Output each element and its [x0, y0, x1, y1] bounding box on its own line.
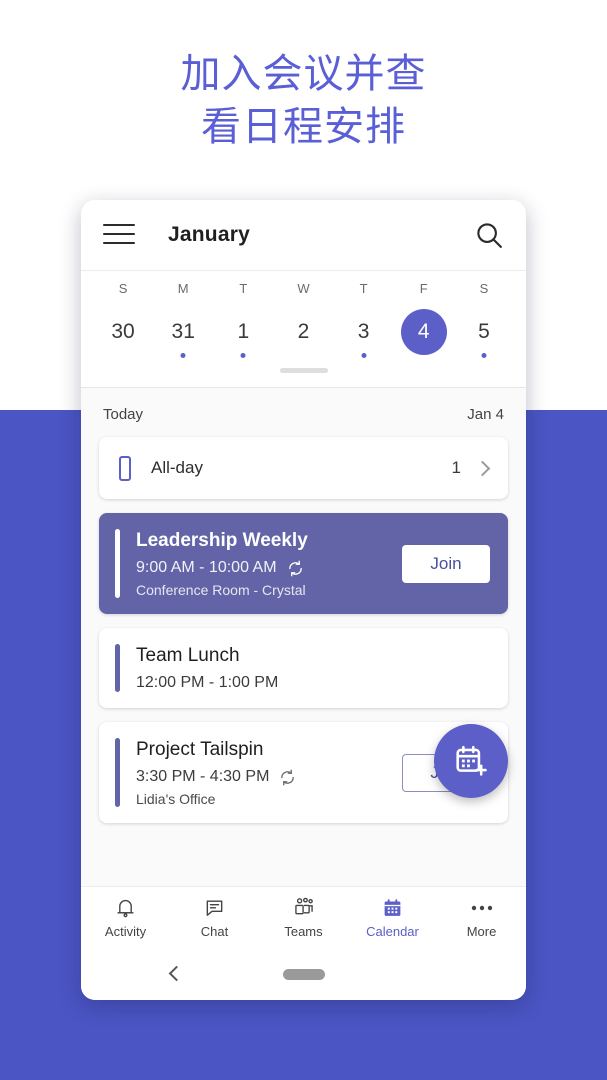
nav-label: Chat	[200, 924, 229, 939]
event-location: Conference Room - Crystal	[136, 582, 306, 598]
nav-label: Activity	[104, 924, 147, 939]
event-time: 9:00 AM - 10:00 AM	[136, 559, 277, 576]
calendar-drag-handle[interactable]	[279, 368, 328, 373]
all-day-card[interactable]: All-day 1	[99, 437, 508, 499]
app-bar: January	[81, 200, 526, 270]
calendar-day-cell[interactable]: 3	[334, 309, 394, 358]
event-location: Lidia's Office	[136, 791, 216, 807]
all-day-label: All-day	[151, 458, 203, 477]
create-event-fab[interactable]	[434, 724, 508, 798]
recurring-icon	[281, 769, 295, 785]
dow-label: F	[419, 281, 428, 296]
calendar-icon	[382, 896, 403, 920]
date-row: 30 31 1 2 3 4 5	[93, 309, 514, 358]
event-time-row: 9:00 AM - 10:00 AM	[136, 559, 392, 577]
calendar-day-cell[interactable]: 31	[153, 309, 213, 358]
dow-label: S	[479, 281, 489, 296]
nav-label: Teams	[284, 924, 323, 939]
search-icon[interactable]	[474, 220, 504, 250]
event-time: 3:30 PM - 4:30 PM	[136, 768, 270, 785]
nav-item-calendar[interactable]: Calendar	[348, 896, 437, 939]
calendar-strip: S M T W T F S 30 31 1 2 3 4 5	[81, 270, 526, 387]
calendar-day-cell[interactable]: 5	[454, 309, 514, 358]
nav-item-more[interactable]: More	[437, 896, 526, 939]
calendar-day-cell[interactable]: 1	[213, 309, 273, 358]
today-label: Today	[103, 406, 144, 423]
event-time-row: 12:00 PM - 1:00 PM	[136, 674, 490, 692]
recurring-icon	[288, 560, 302, 576]
dow-label: T	[359, 281, 368, 296]
nav-item-teams[interactable]: Teams	[259, 896, 348, 939]
today-header: Today Jan 4	[81, 388, 526, 423]
phone-mockup: January S M T W T F S 30 31 1 2 3 4 5 To…	[81, 200, 526, 1000]
event-color-bar	[115, 529, 120, 598]
nav-item-activity[interactable]: Activity	[81, 896, 170, 939]
bell-icon	[115, 896, 136, 920]
today-date: Jan 4	[467, 406, 504, 423]
event-title: Team Lunch	[136, 645, 240, 666]
calendar-add-icon	[456, 745, 487, 776]
event-color-bar	[115, 644, 120, 692]
event-card-leadership-weekly[interactable]: Leadership Weekly 9:00 AM - 10:00 AM Con…	[99, 513, 508, 614]
calendar-day-number[interactable]: 1	[220, 309, 266, 355]
calendar-day-number[interactable]: 31	[160, 309, 206, 355]
calendar-day-cell-selected[interactable]: 4	[394, 309, 454, 355]
event-dot	[180, 353, 186, 358]
calendar-day-cell[interactable]: 30	[93, 309, 153, 355]
calendar-day-number[interactable]: 5	[461, 309, 507, 355]
calendar-day-number[interactable]: 4	[400, 309, 447, 355]
event-dot	[481, 353, 487, 358]
dow-label: T	[239, 281, 248, 296]
agenda-list: Today Jan 4 All-day 1 Leadership Weekly …	[81, 387, 526, 886]
chat-icon	[204, 896, 225, 920]
teams-icon	[292, 896, 316, 920]
event-time: 12:00 PM - 1:00 PM	[136, 674, 279, 691]
event-title: Leadership Weekly	[136, 530, 308, 551]
event-card-team-lunch[interactable]: Team Lunch 12:00 PM - 1:00 PM	[99, 628, 508, 708]
system-navigation-bar	[81, 948, 526, 1000]
calendar-day-number[interactable]: 2	[280, 309, 326, 355]
day-of-week-row: S M T W T F S	[93, 271, 514, 296]
event-details: Team Lunch 12:00 PM - 1:00 PM	[136, 644, 490, 692]
calendar-day-number[interactable]: 3	[341, 309, 387, 355]
event-title: Project Tailspin	[136, 739, 264, 760]
nav-label: Calendar	[366, 924, 419, 939]
more-icon	[469, 896, 495, 920]
bottom-navigation: Activity Chat Teams Calendar More	[81, 886, 526, 948]
event-dot	[361, 353, 367, 358]
event-color-bar	[115, 738, 120, 807]
all-day-count: 1	[451, 458, 461, 477]
home-indicator[interactable]	[282, 968, 325, 980]
event-time-row: 3:30 PM - 4:30 PM	[136, 768, 392, 786]
join-button[interactable]: Join	[402, 544, 490, 583]
calendar-day-number[interactable]: 30	[100, 309, 146, 355]
hamburger-menu-icon[interactable]	[103, 224, 135, 246]
app-bar-title: January	[168, 223, 250, 246]
nav-item-chat[interactable]: Chat	[170, 896, 259, 939]
dow-label: M	[177, 281, 189, 296]
event-dot	[240, 353, 246, 358]
chevron-right-icon[interactable]	[474, 460, 491, 476]
dow-label: W	[297, 281, 310, 296]
allday-bar-icon	[119, 455, 131, 481]
event-details: Leadership Weekly 9:00 AM - 10:00 AM Con…	[136, 529, 392, 598]
page-title: 加入会议并查 看日程安排	[180, 52, 427, 149]
dow-label: S	[118, 281, 128, 296]
calendar-day-cell[interactable]: 2	[273, 309, 333, 355]
event-details: Project Tailspin 3:30 PM - 4:30 PM Lidia…	[136, 738, 392, 807]
back-chevron-icon[interactable]	[168, 965, 185, 982]
nav-label: More	[466, 924, 497, 939]
